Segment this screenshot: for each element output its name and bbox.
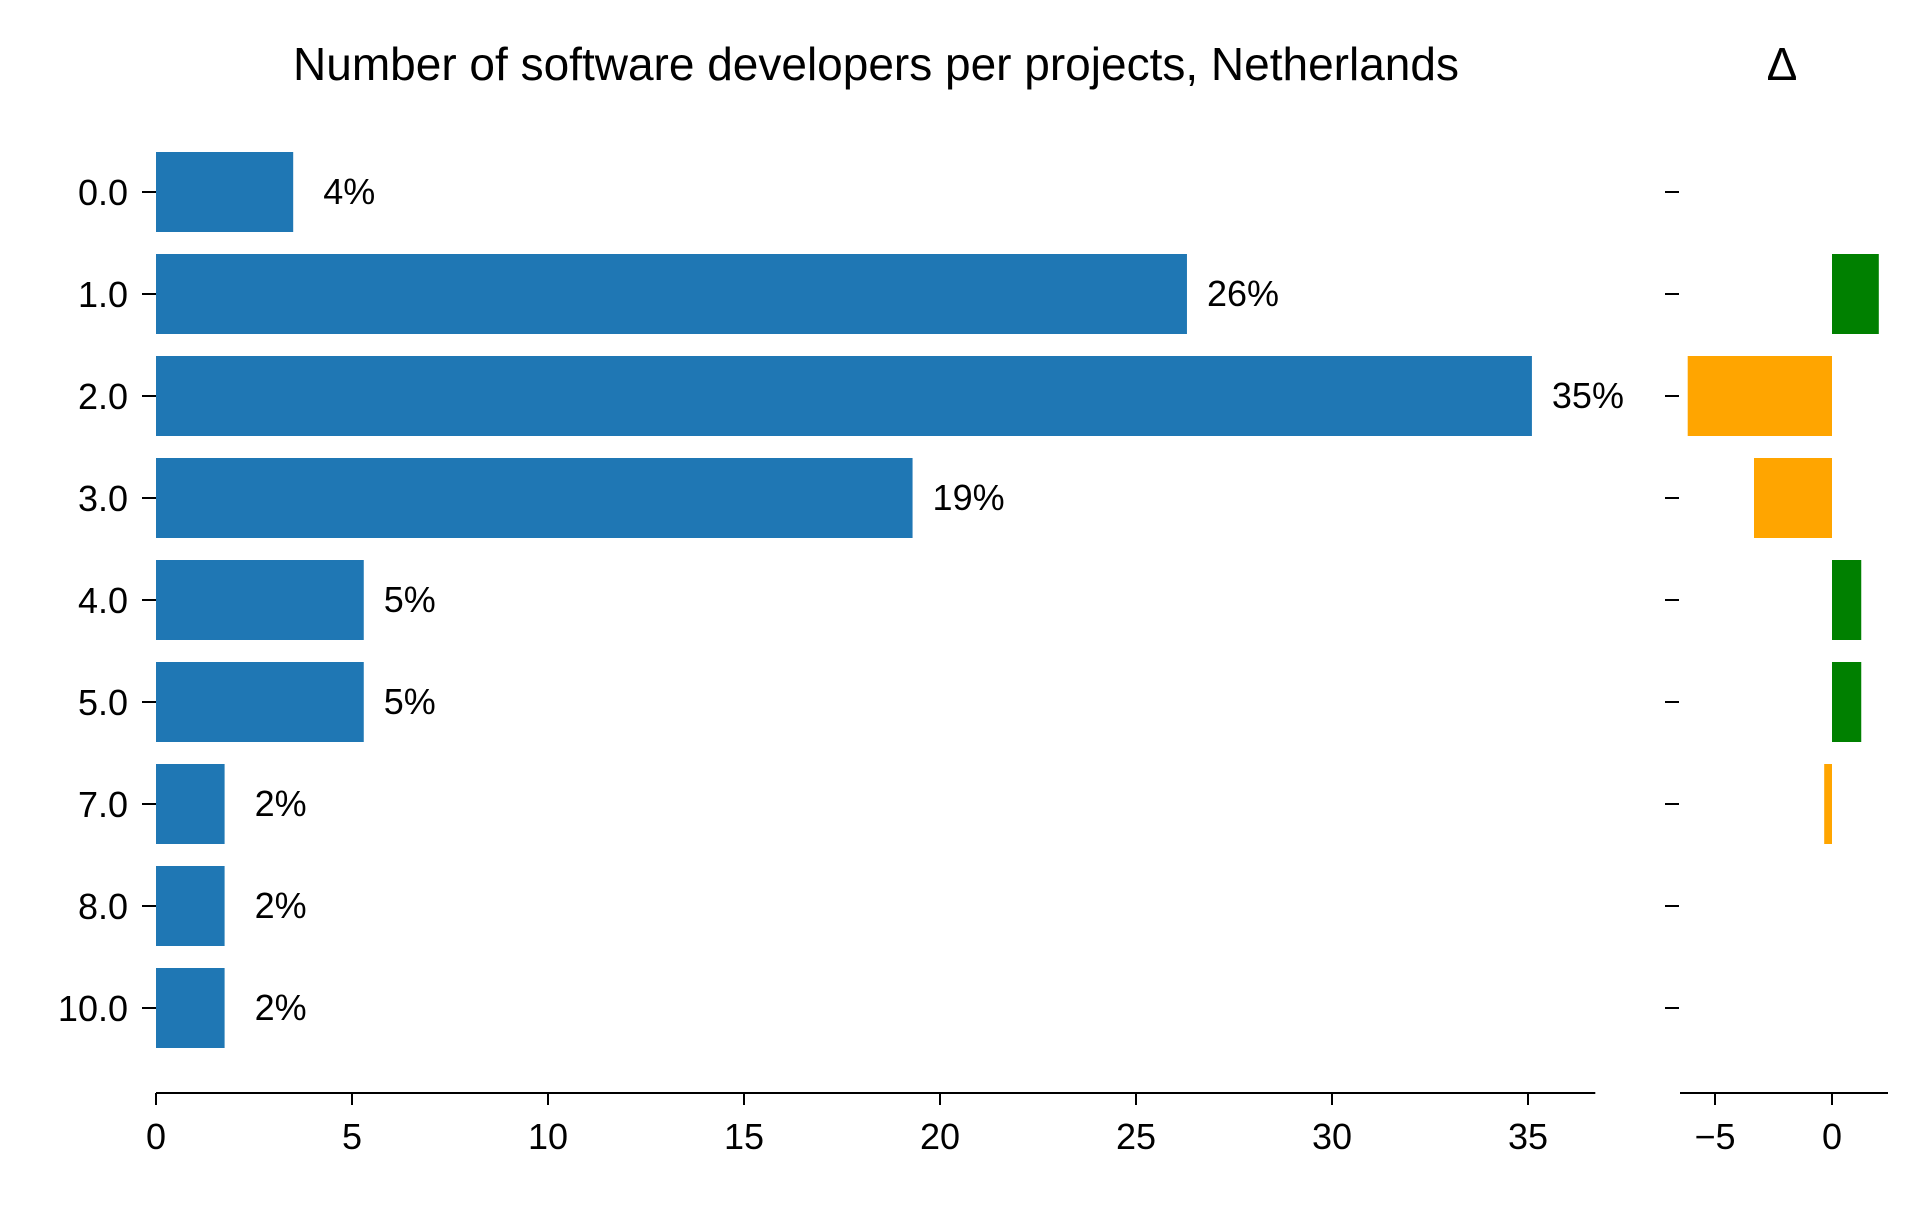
y-tick-label: 0.0 [78,172,128,213]
delta-x-axis: −5 0 [1680,1092,1888,1157]
x-tick-label: 10 [528,1116,568,1157]
x-tick-label: 15 [724,1116,764,1157]
data-label: 4% [323,171,375,212]
x-tick-label: 20 [920,1116,960,1157]
main-chart-title: Number of software developers per projec… [293,38,1459,90]
x-tick-label: 35 [1508,1116,1548,1157]
y-tick-label: 1.0 [78,274,128,315]
main-bar [156,662,364,742]
data-label: 2% [255,783,307,824]
chart-figure: Number of software developers per projec… [0,0,1920,1200]
main-bar [156,560,364,640]
y-tick-label: 3.0 [78,478,128,519]
y-tick-label: 7.0 [78,784,128,825]
data-label: 2% [255,987,307,1028]
delta-x-tick-label: −5 [1694,1116,1735,1157]
y-tick-label: 4.0 [78,580,128,621]
data-label: 5% [384,681,436,722]
main-bar [156,764,225,844]
main-bar [156,968,225,1048]
x-tick-label: 0 [146,1116,166,1157]
data-label: 35% [1552,375,1624,416]
data-label: 2% [255,885,307,926]
data-label: 19% [933,477,1005,518]
delta-bar [1832,254,1879,334]
y-tick-label: 2.0 [78,376,128,417]
y-tick-label: 5.0 [78,682,128,723]
data-label: 26% [1207,273,1279,314]
x-tick-label: 5 [342,1116,362,1157]
delta-x-tick-label: 0 [1822,1116,1842,1157]
delta-bar [1832,662,1862,742]
delta-bar [1824,764,1832,844]
x-tick-label: 30 [1312,1116,1352,1157]
y-tick-label: 8.0 [78,886,128,927]
delta-chart-title: Δ [1767,38,1798,90]
main-bars-group: 0.0 4% 1.0 26% 2.0 35% 3.0 19% 4.0 5% 5.0 5% 7.0 2% 8.… [58,152,1624,1048]
main-bar [156,356,1532,436]
data-label: 5% [384,579,436,620]
chart-svg: Number of software developers per projec… [58,38,1888,1157]
main-bar [156,866,225,946]
delta-bar [1687,356,1832,436]
x-tick-label: 25 [1116,1116,1156,1157]
main-bar [156,152,294,232]
main-x-axis: 0 5 10 15 20 25 30 35 [146,1092,1596,1157]
y-tick-label: 10.0 [58,988,128,1029]
main-bar [156,458,913,538]
delta-bar [1832,560,1862,640]
main-bar [156,254,1187,334]
delta-bars-group [1665,191,1879,1009]
delta-bar [1754,458,1832,538]
